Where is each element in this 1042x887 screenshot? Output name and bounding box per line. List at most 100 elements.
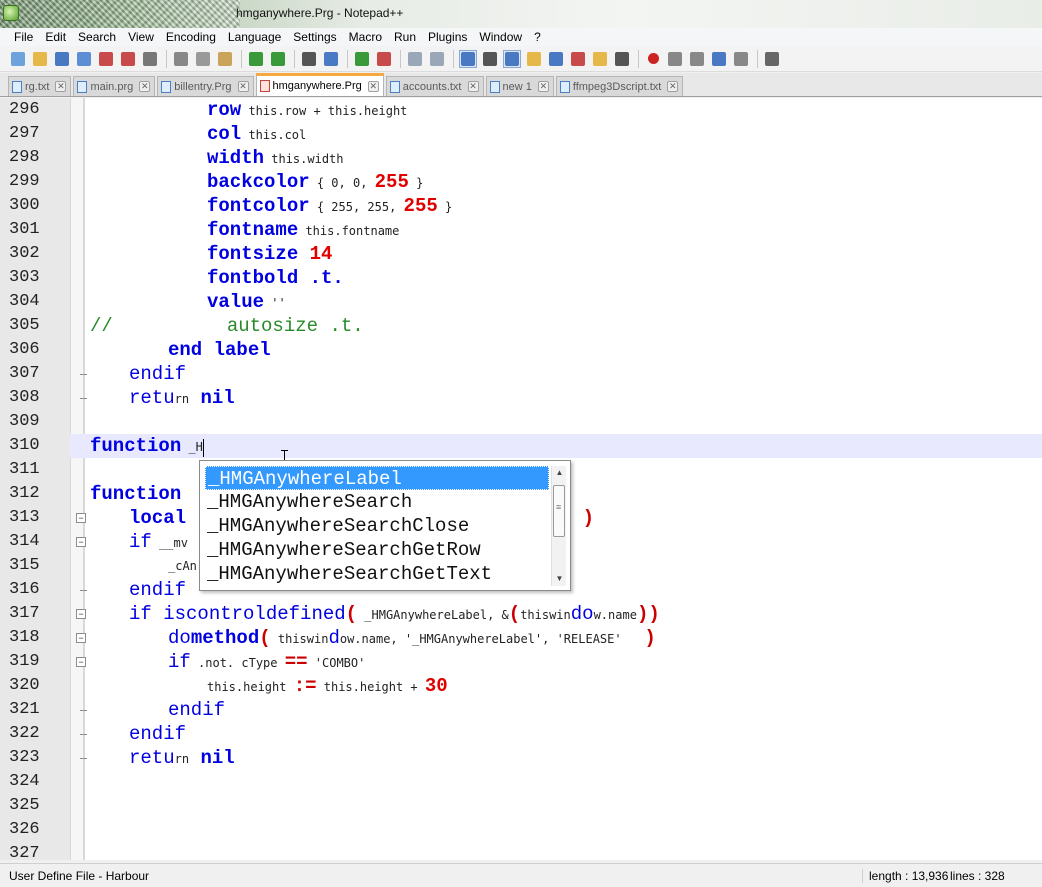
scroll-thumb[interactable] bbox=[553, 485, 565, 537]
plugin-icon[interactable] bbox=[763, 50, 781, 68]
tab-hmganywhere-prg[interactable]: hmganywhere.Prg ✕ bbox=[255, 73, 384, 96]
code-line[interactable]: 306 end label bbox=[0, 338, 1042, 362]
function-list-icon[interactable] bbox=[569, 50, 587, 68]
tab-accounts-txt[interactable]: accounts.txt ✕ bbox=[385, 76, 484, 96]
close-tab-icon[interactable]: ✕ bbox=[667, 81, 679, 92]
monitoring-icon[interactable] bbox=[613, 50, 631, 68]
autocomplete-item[interactable]: _HMGAnywhereSearchClose bbox=[205, 514, 549, 538]
code-line[interactable]: 298 width this.width bbox=[0, 146, 1042, 170]
word-wrap-icon[interactable] bbox=[459, 49, 477, 68]
code-line[interactable]: 323 return nil bbox=[0, 746, 1042, 770]
fold-minus-icon[interactable]: − bbox=[76, 513, 86, 523]
play-macro-icon[interactable] bbox=[688, 50, 706, 68]
title-bar[interactable]: hmganywhere.Prg - Notepad++ bbox=[0, 0, 1042, 28]
replace-icon[interactable] bbox=[322, 50, 340, 68]
code-line[interactable]: 307 endif bbox=[0, 362, 1042, 386]
code-line[interactable]: 317− if iscontroldefined( _HMGAnywhereLab… bbox=[0, 602, 1042, 626]
autocomplete-item[interactable]: _HMGAnywhereSearchGetText bbox=[205, 562, 549, 586]
code-line[interactable]: 309 bbox=[0, 410, 1042, 434]
menu-edit[interactable]: Edit bbox=[39, 28, 72, 46]
code-line[interactable]: 305 // autosize .t. bbox=[0, 314, 1042, 338]
code-line[interactable]: 327 bbox=[0, 842, 1042, 860]
code-line[interactable]: 319− if .not. cType == 'COMBO' bbox=[0, 650, 1042, 674]
open-file-icon[interactable] bbox=[31, 50, 49, 68]
copy-icon[interactable] bbox=[194, 50, 212, 68]
menu-search[interactable]: Search bbox=[72, 28, 122, 46]
record-macro-icon[interactable] bbox=[644, 50, 662, 68]
scroll-down-arrow-icon[interactable]: ▼ bbox=[552, 572, 567, 586]
code-line[interactable]: 304 value '' bbox=[0, 290, 1042, 314]
tab-rg-txt[interactable]: rg.txt ✕ bbox=[8, 76, 72, 96]
tab-main-prg[interactable]: main.prg ✕ bbox=[73, 76, 156, 96]
fold-minus-icon[interactable]: − bbox=[76, 633, 86, 643]
indent-guide-icon[interactable] bbox=[503, 49, 521, 68]
menu-run[interactable]: Run bbox=[388, 28, 422, 46]
code-line[interactable]: 321 endif bbox=[0, 698, 1042, 722]
autocomplete-scrollbar[interactable]: ▲ ▼ bbox=[551, 466, 566, 586]
close-tab-icon[interactable]: ✕ bbox=[367, 80, 379, 92]
code-line[interactable]: 299 backcolor { 0, 0, 255 } bbox=[0, 170, 1042, 194]
code-line[interactable]: 303 fontbold .t. bbox=[0, 266, 1042, 290]
menu-window[interactable]: Window bbox=[473, 28, 528, 46]
autocomplete-popup[interactable]: _HMGAnywhereLabel _HMGAnywhereSearch _HMGA… bbox=[199, 460, 571, 591]
print-icon[interactable] bbox=[141, 50, 159, 68]
redo-icon[interactable] bbox=[269, 50, 287, 68]
sync-horizontal-icon[interactable] bbox=[428, 50, 446, 68]
tab-new-1[interactable]: new 1 ✕ bbox=[485, 76, 554, 96]
close-tab-icon[interactable]: ✕ bbox=[467, 81, 479, 92]
close-tab-icon[interactable]: ✕ bbox=[55, 81, 67, 92]
menu-language[interactable]: Language bbox=[222, 28, 287, 46]
close-tab-icon[interactable]: ✕ bbox=[237, 81, 249, 92]
show-all-chars-icon[interactable] bbox=[481, 50, 499, 68]
fold-minus-icon[interactable]: − bbox=[76, 657, 86, 667]
notepadpp-icon[interactable] bbox=[3, 5, 19, 21]
paste-icon[interactable] bbox=[216, 50, 234, 68]
tab-ffmpeg3dscript-txt[interactable]: ffmpeg3Dscript.txt ✕ bbox=[555, 76, 684, 96]
run-macro-multiple-icon[interactable] bbox=[710, 50, 728, 68]
menu-plugins[interactable]: Plugins bbox=[422, 28, 473, 46]
close-all-icon[interactable] bbox=[119, 50, 137, 68]
menu-view[interactable]: View bbox=[122, 28, 160, 46]
menu-encoding[interactable]: Encoding bbox=[160, 28, 222, 46]
code-line[interactable]: 296 row this.row + this.height bbox=[0, 98, 1042, 122]
code-line[interactable]: 326 bbox=[0, 818, 1042, 842]
zoom-in-icon[interactable] bbox=[353, 50, 371, 68]
close-tab-icon[interactable]: ✕ bbox=[139, 81, 151, 92]
tab-billentry-prg[interactable]: billentry.Prg ✕ bbox=[157, 76, 254, 96]
save-all-icon[interactable] bbox=[75, 50, 93, 68]
close-icon[interactable] bbox=[97, 50, 115, 68]
find-icon[interactable] bbox=[300, 50, 318, 68]
code-line[interactable]: 320 this.height := this.height + 30 bbox=[0, 674, 1042, 698]
save-macro-icon[interactable] bbox=[732, 50, 750, 68]
code-line[interactable]: 297 col this.col bbox=[0, 122, 1042, 146]
autocomplete-list[interactable]: _HMGAnywhereLabel _HMGAnywhereSearch _HMGA… bbox=[205, 466, 549, 586]
folder-as-workspace-icon[interactable] bbox=[591, 50, 609, 68]
sync-vertical-icon[interactable] bbox=[406, 50, 424, 68]
save-icon[interactable] bbox=[53, 50, 71, 68]
autocomplete-item[interactable]: _HMGAnywhereLabel bbox=[205, 466, 549, 490]
code-line[interactable]: 324 bbox=[0, 770, 1042, 794]
code-line[interactable]: 302 fontsize 14 bbox=[0, 242, 1042, 266]
close-tab-icon[interactable]: ✕ bbox=[537, 81, 549, 92]
fold-minus-icon[interactable]: − bbox=[76, 609, 86, 619]
code-line[interactable]: 308 return nil bbox=[0, 386, 1042, 410]
stop-recording-icon[interactable] bbox=[666, 50, 684, 68]
code-line[interactable]: 301 fontname this.fontname bbox=[0, 218, 1042, 242]
code-line[interactable]: 325 bbox=[0, 794, 1042, 818]
scroll-up-arrow-icon[interactable]: ▲ bbox=[552, 466, 567, 480]
autocomplete-item[interactable]: _HMGAnywhereSearchGetRow bbox=[205, 538, 549, 562]
menu-macro[interactable]: Macro bbox=[343, 28, 388, 46]
menu-help[interactable]: ? bbox=[528, 28, 547, 46]
code-line[interactable]: 300 fontcolor { 255, 255, 255 } bbox=[0, 194, 1042, 218]
cut-icon[interactable] bbox=[172, 50, 190, 68]
undo-icon[interactable] bbox=[247, 50, 265, 68]
code-line[interactable]: 322 endif bbox=[0, 722, 1042, 746]
code-line[interactable]: 310 function _H bbox=[0, 434, 1042, 458]
new-file-icon[interactable] bbox=[9, 50, 27, 68]
menu-settings[interactable]: Settings bbox=[287, 28, 342, 46]
fold-minus-icon[interactable]: − bbox=[76, 537, 86, 547]
autocomplete-item[interactable]: _HMGAnywhereSearch bbox=[205, 490, 549, 514]
user-defined-language-icon[interactable] bbox=[525, 50, 543, 68]
doc-map-icon[interactable] bbox=[547, 50, 565, 68]
code-line[interactable]: 318− domethod( thiswindow.name, '_HMGAnyw… bbox=[0, 626, 1042, 650]
